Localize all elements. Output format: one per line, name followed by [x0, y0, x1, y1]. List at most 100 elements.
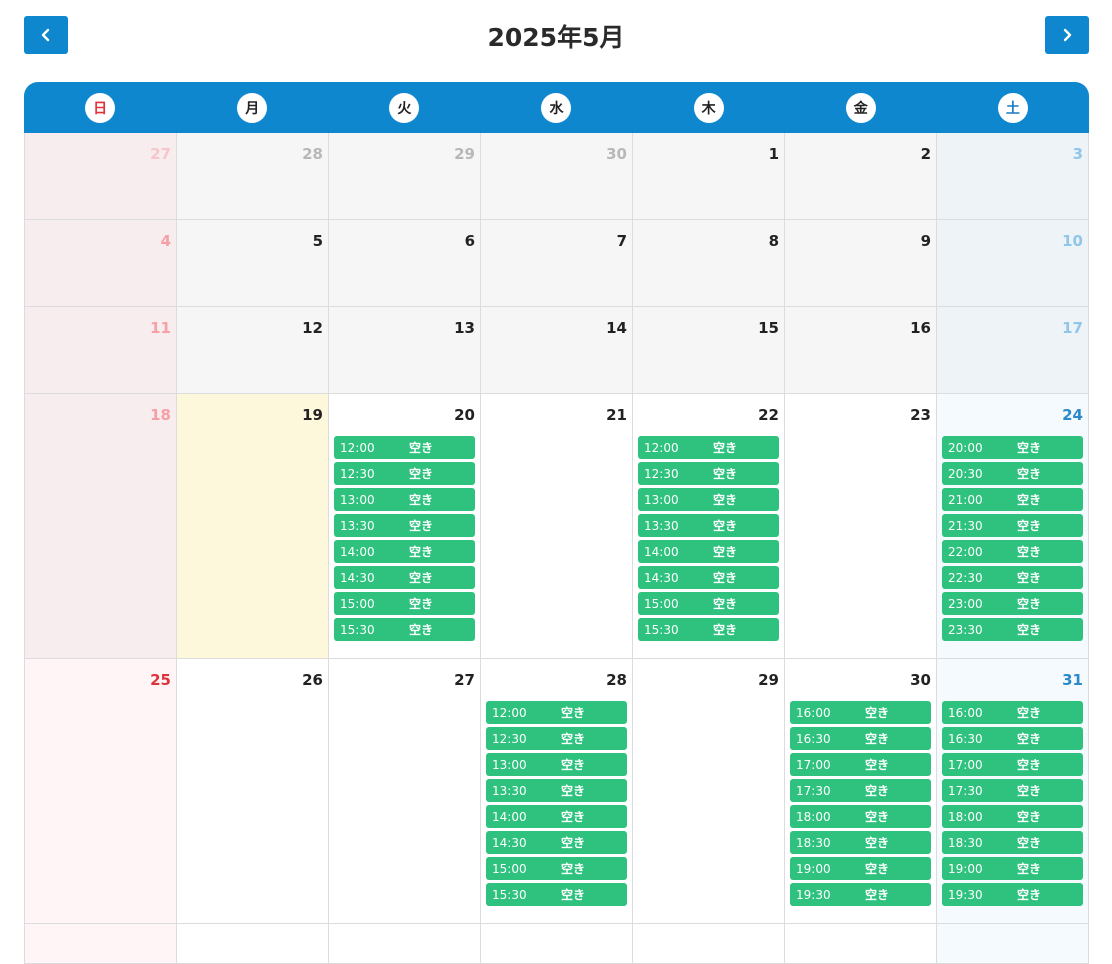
time-slot-button[interactable]: 12:30 空き [486, 727, 627, 750]
day-cell[interactable]: 31 16:00 空き 16:30 空き 17:00 空き 17:30 空き 18:00 空き 18:… [937, 659, 1089, 924]
slot-time: 22:00 [948, 544, 983, 559]
day-cell[interactable] [633, 924, 785, 964]
day-cell[interactable]: 29 [633, 659, 785, 924]
time-slot-button[interactable]: 21:00 空き [942, 488, 1083, 511]
time-slot-button[interactable]: 14:30 空き [638, 566, 779, 589]
time-slot-button[interactable]: 12:00 空き [638, 436, 779, 459]
time-slot-button[interactable]: 12:30 空き [638, 462, 779, 485]
day-cell[interactable]: 30 16:00 空き 16:30 空き 17:00 空き 17:30 空き 18:00 空き 18:… [785, 659, 937, 924]
day-cell[interactable]: 12 [177, 307, 329, 394]
time-slot-button[interactable]: 13:00 空き [334, 488, 475, 511]
day-cell[interactable] [937, 924, 1089, 964]
time-slot-button[interactable]: 12:00 空き [334, 436, 475, 459]
time-slot-button[interactable]: 16:30 空き [790, 727, 931, 750]
slot-status: 空き [409, 571, 434, 585]
day-cell[interactable] [329, 924, 481, 964]
day-cell[interactable]: 27 [329, 659, 481, 924]
day-cell[interactable] [785, 924, 937, 964]
time-slot-button[interactable]: 13:30 空き [334, 514, 475, 537]
day-number: 16 [910, 319, 931, 337]
time-slot-button[interactable]: 14:30 空き [334, 566, 475, 589]
slot-status: 空き [1017, 732, 1042, 746]
day-cell[interactable]: 19 [177, 394, 329, 659]
day-cell[interactable]: 1 [633, 133, 785, 220]
time-slot-button[interactable]: 15:00 空き [486, 857, 627, 880]
time-slot-button[interactable]: 18:00 空き [942, 805, 1083, 828]
day-cell[interactable]: 20 12:00 空き 12:30 空き 13:00 空き 13:30 空き 14:00 空き 14:… [329, 394, 481, 659]
day-cell[interactable]: 30 [481, 133, 633, 220]
day-cell[interactable]: 10 [937, 220, 1089, 307]
slot-status: 空き [561, 810, 586, 824]
time-slot-button[interactable]: 18:00 空き [790, 805, 931, 828]
day-cell[interactable]: 24 20:00 空き 20:30 空き 21:00 空き 21:30 空き 22:00 空き 22:… [937, 394, 1089, 659]
day-cell[interactable]: 16 [785, 307, 937, 394]
day-cell[interactable]: 8 [633, 220, 785, 307]
time-slot-button[interactable]: 22:30 空き [942, 566, 1083, 589]
time-slot-button[interactable]: 14:00 空き [334, 540, 475, 563]
day-cell[interactable]: 28 12:00 空き 12:30 空き 13:00 空き 13:30 空き 14:00 空き 14:… [481, 659, 633, 924]
time-slot-button[interactable]: 22:00 空き [942, 540, 1083, 563]
day-cell[interactable]: 11 [25, 307, 177, 394]
day-cell[interactable]: 7 [481, 220, 633, 307]
day-number: 10 [1062, 232, 1083, 250]
day-cell[interactable]: 23 [785, 394, 937, 659]
day-cell[interactable]: 28 [177, 133, 329, 220]
day-cell[interactable]: 25 [25, 659, 177, 924]
time-slot-button[interactable]: 18:30 空き [942, 831, 1083, 854]
day-cell[interactable]: 13 [329, 307, 481, 394]
day-cell[interactable]: 4 [25, 220, 177, 307]
day-cell[interactable]: 21 [481, 394, 633, 659]
slot-status: 空き [409, 519, 434, 533]
time-slot-button[interactable]: 23:00 空き [942, 592, 1083, 615]
time-slot-button[interactable]: 13:30 空き [486, 779, 627, 802]
time-slot-button[interactable]: 15:30 空き [334, 618, 475, 641]
time-slot-button[interactable]: 16:00 空き [942, 701, 1083, 724]
time-slot-button[interactable]: 17:30 空き [942, 779, 1083, 802]
day-cell[interactable]: 2 [785, 133, 937, 220]
time-slot-button[interactable]: 21:30 空き [942, 514, 1083, 537]
time-slot-button[interactable]: 17:00 空き [790, 753, 931, 776]
day-cell[interactable]: 3 [937, 133, 1089, 220]
day-cell[interactable]: 6 [329, 220, 481, 307]
time-slot-button[interactable]: 19:00 空き [790, 857, 931, 880]
time-slot-button[interactable]: 20:00 空き [942, 436, 1083, 459]
time-slot-button[interactable]: 15:00 空き [334, 592, 475, 615]
day-cell[interactable]: 14 [481, 307, 633, 394]
time-slot-button[interactable]: 19:00 空き [942, 857, 1083, 880]
time-slot-button[interactable]: 14:00 空き [486, 805, 627, 828]
day-cell[interactable]: 18 [25, 394, 177, 659]
day-cell[interactable]: 29 [329, 133, 481, 220]
time-slot-button[interactable]: 15:30 空き [486, 883, 627, 906]
day-cell[interactable] [481, 924, 633, 964]
time-slot-button[interactable]: 14:30 空き [486, 831, 627, 854]
time-slot-button[interactable]: 13:30 空き [638, 514, 779, 537]
day-cell[interactable]: 5 [177, 220, 329, 307]
day-cell[interactable]: 9 [785, 220, 937, 307]
day-cell[interactable]: 22 12:00 空き 12:30 空き 13:00 空き 13:30 空き 14:00 空き 14:… [633, 394, 785, 659]
time-slot-button[interactable]: 13:00 空き [486, 753, 627, 776]
time-slot-button[interactable]: 23:30 空き [942, 618, 1083, 641]
time-slot-button[interactable]: 17:00 空き [942, 753, 1083, 776]
time-slot-button[interactable]: 14:00 空き [638, 540, 779, 563]
time-slot-button[interactable]: 16:30 空き [942, 727, 1083, 750]
time-slot-button[interactable]: 12:00 空き [486, 701, 627, 724]
slot-status: 空き [561, 784, 586, 798]
day-cell[interactable]: 15 [633, 307, 785, 394]
time-slot-button[interactable]: 20:30 空き [942, 462, 1083, 485]
time-slot-button[interactable]: 13:00 空き [638, 488, 779, 511]
time-slot-button[interactable]: 18:30 空き [790, 831, 931, 854]
day-cell[interactable]: 17 [937, 307, 1089, 394]
time-slot-button[interactable]: 15:30 空き [638, 618, 779, 641]
time-slot-button[interactable]: 16:00 空き [790, 701, 931, 724]
day-cell[interactable] [25, 924, 177, 964]
day-cell[interactable] [177, 924, 329, 964]
time-slot-button[interactable]: 15:00 空き [638, 592, 779, 615]
day-cell[interactable]: 27 [25, 133, 177, 220]
day-cell[interactable]: 26 [177, 659, 329, 924]
day-number: 23 [910, 406, 931, 424]
time-slot-button[interactable]: 17:30 空き [790, 779, 931, 802]
time-slot-button[interactable]: 12:30 空き [334, 462, 475, 485]
time-slot-button[interactable]: 19:30 空き [942, 883, 1083, 906]
next-month-button[interactable] [1045, 16, 1089, 54]
time-slot-button[interactable]: 19:30 空き [790, 883, 931, 906]
